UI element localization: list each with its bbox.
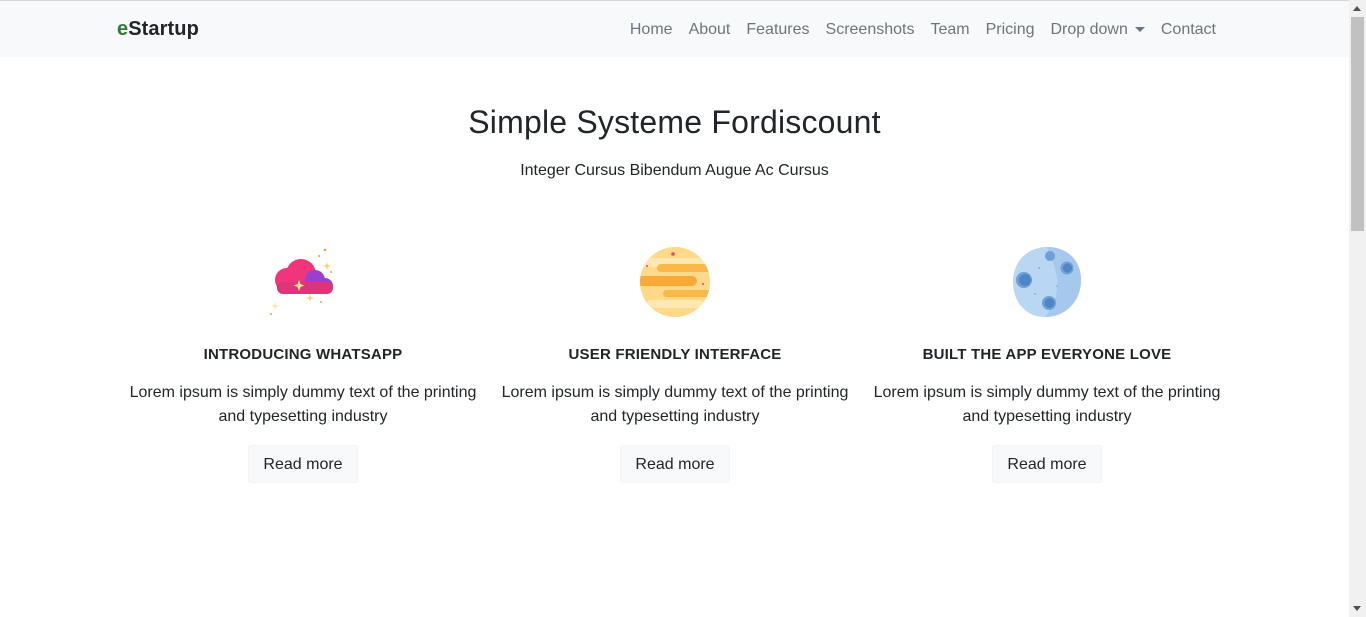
read-more-button[interactable]: Read more (992, 445, 1102, 483)
nav-about[interactable]: About (681, 18, 739, 42)
scroll-down-arrow-icon[interactable] (1353, 606, 1361, 611)
nav-home[interactable]: Home (622, 18, 681, 42)
hero-title: Simple Systeme Fordiscount (468, 104, 881, 140)
brand-name: Startup (128, 18, 199, 40)
vertical-scrollbar[interactable] (1349, 0, 1366, 617)
nav-contact[interactable]: Contact (1153, 18, 1224, 42)
nav-features[interactable]: Features (738, 18, 817, 42)
nav-team[interactable]: Team (922, 18, 977, 42)
nav-pricing[interactable]: Pricing (978, 18, 1043, 42)
feature-card: USER FRIENDLY INTERFACE Lorem ipsum is s… (489, 244, 861, 483)
feature-text: Lorem ipsum is simply dummy text of the … (129, 384, 477, 425)
feature-title: USER FRIENDLY INTERFACE (568, 346, 782, 363)
feature-card: INTRODUCING WHATSAPP Lorem ipsum is simp… (117, 244, 489, 483)
brand-prefix: e (117, 18, 129, 40)
nav-dropdown-label: Drop down (1050, 21, 1128, 38)
feature-card: BUILT THE APP EVERYONE LOVE Lorem ipsum … (861, 244, 1233, 483)
nav-screenshots[interactable]: Screenshots (818, 18, 923, 42)
scroll-thumb[interactable] (1351, 17, 1364, 231)
nav-menu: Home About Features Screenshots Team Pri… (622, 18, 1224, 42)
scroll-up-arrow-icon[interactable] (1353, 6, 1361, 11)
nav-dropdown[interactable]: Drop down (1042, 18, 1152, 42)
feature-title: BUILT THE APP EVERYONE LOVE (922, 346, 1172, 363)
read-more-button[interactable]: Read more (620, 445, 730, 483)
hero-subtitle: Integer Cursus Bibendum Augue Ac Cursus (520, 162, 829, 179)
moon-icon (1009, 244, 1085, 320)
feature-text: Lorem ipsum is simply dummy text of the … (873, 384, 1221, 425)
read-more-button[interactable]: Read more (248, 445, 358, 483)
feature-text: Lorem ipsum is simply dummy text of the … (501, 384, 849, 425)
caret-down-icon (1134, 26, 1145, 32)
brand-logo[interactable]: eStartup (117, 18, 199, 41)
cloud-icon (265, 244, 341, 320)
page: eStartup Home About Features Screenshots… (0, 0, 1366, 617)
navbar: eStartup Home About Features Screenshots… (0, 1, 1349, 57)
planet-icon (637, 244, 713, 320)
feature-title: INTRODUCING WHATSAPP (203, 346, 403, 363)
